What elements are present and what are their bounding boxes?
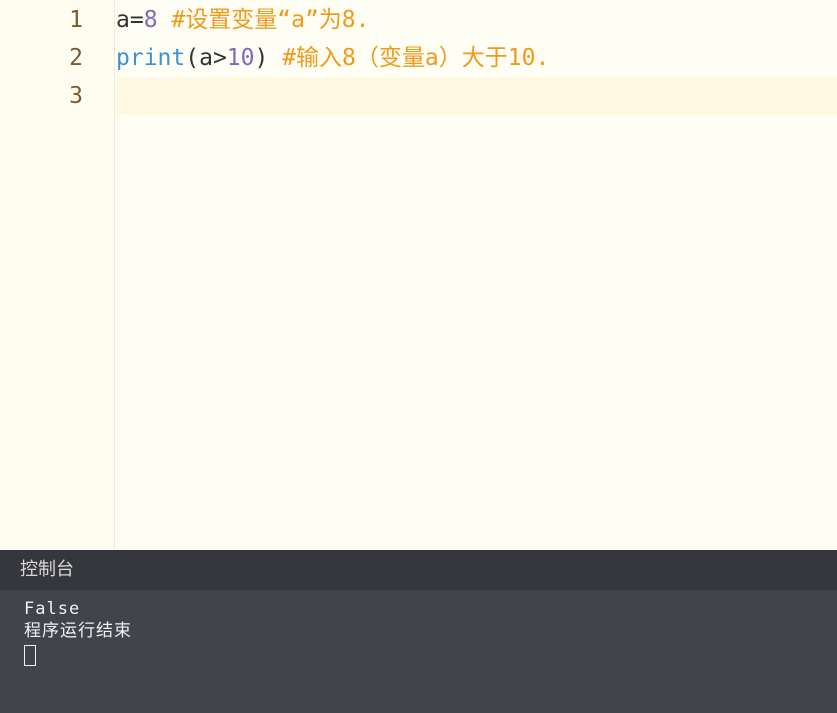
code-token-comment: #设置变量“a”为8. [171,7,370,33]
code-token: ) [254,45,283,71]
console-header: 控制台 [0,550,837,590]
console-cursor-icon[interactable] [24,645,36,666]
code-token: a= [116,7,144,33]
code-token-comment: #输入8（变量a）大于10. [282,45,550,71]
code-line-3-active[interactable] [116,77,837,115]
line-number-1: 1 [69,7,83,33]
code-token: (a> [185,45,227,71]
code-line-2[interactable]: print(a>10) #输入8（变量a）大于10. [116,39,837,77]
line-number-2: 2 [69,45,83,71]
line-number-gutter: 1 2 3 [0,0,115,550]
code-token-number: 10 [226,45,255,71]
console-title: 控制台 [20,559,74,580]
console-output-line: False [24,599,81,619]
code-token-builtin: print [116,45,186,71]
code-token-number: 8 [143,7,158,33]
line-number-3: 3 [69,83,83,109]
console-output-line: 程序运行结束 [24,621,132,641]
console-output[interactable]: False 程序运行结束 [24,598,814,666]
code-editor[interactable]: 1 2 3 a=8 #设置变量“a”为8. print(a>10) #输入8（变… [0,0,837,550]
code-area[interactable]: a=8 #设置变量“a”为8. print(a>10) #输入8（变量a）大于1… [116,0,837,550]
console-panel: 控制台 False 程序运行结束 [0,550,837,713]
code-line-1[interactable]: a=8 #设置变量“a”为8. [116,1,837,39]
